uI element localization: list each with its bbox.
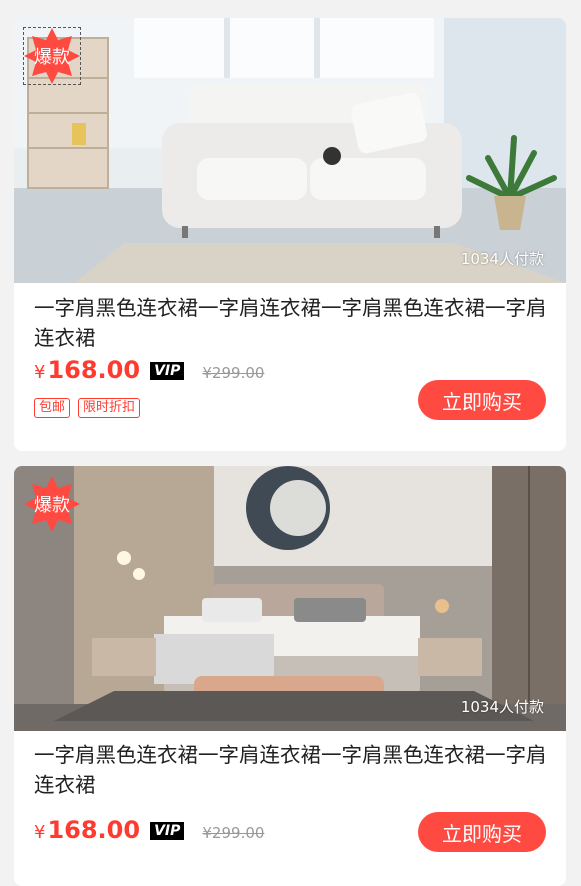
original-price: ¥299.00 bbox=[202, 824, 265, 842]
vip-badge: VIP bbox=[150, 362, 185, 380]
hot-badge-label: 爆款 bbox=[34, 495, 70, 516]
paid-count: 1034人付款 bbox=[460, 698, 544, 716]
original-price: ¥299.00 bbox=[202, 364, 265, 382]
product-title[interactable]: 一字肩黑色连衣裙一字肩连衣裙一字肩黑色连衣裙一字肩连衣裙 bbox=[34, 740, 554, 800]
buy-now-button[interactable]: 立即购买 bbox=[418, 380, 546, 420]
vip-badge: VIP bbox=[150, 822, 185, 840]
product-card[interactable]: 爆款 1034人付款 一字肩黑色连衣裙一字肩连衣裙一字肩黑色连衣裙一字肩连衣裙 … bbox=[14, 18, 566, 451]
product-image-bedroom[interactable]: 爆款 1034人付款 bbox=[14, 466, 566, 731]
price-row: ¥ 168.00 VIP ¥299.00 bbox=[34, 816, 264, 844]
paid-count: 1034人付款 bbox=[460, 250, 544, 268]
currency-symbol: ¥ bbox=[34, 362, 46, 383]
product-image-sofa[interactable]: 爆款 1034人付款 bbox=[14, 18, 566, 283]
product-card[interactable]: 爆款 1034人付款 一字肩黑色连衣裙一字肩连衣裙一字肩黑色连衣裙一字肩连衣裙 … bbox=[14, 466, 566, 886]
hot-badge: 爆款 bbox=[22, 474, 82, 534]
current-price: 168.00 bbox=[47, 356, 141, 384]
promo-tags: 包邮 限时折扣 bbox=[34, 398, 141, 418]
hot-badge: 爆款 bbox=[22, 26, 82, 86]
tag-free-shipping: 包邮 bbox=[34, 398, 71, 418]
tag-limited-discount: 限时折扣 bbox=[78, 398, 141, 418]
buy-now-button[interactable]: 立即购买 bbox=[418, 812, 546, 852]
currency-symbol: ¥ bbox=[34, 822, 46, 843]
product-title[interactable]: 一字肩黑色连衣裙一字肩连衣裙一字肩黑色连衣裙一字肩连衣裙 bbox=[34, 293, 554, 353]
price-row: ¥ 168.00 VIP ¥299.00 bbox=[34, 356, 264, 384]
hot-badge-label: 爆款 bbox=[34, 47, 70, 68]
current-price: 168.00 bbox=[47, 816, 141, 844]
